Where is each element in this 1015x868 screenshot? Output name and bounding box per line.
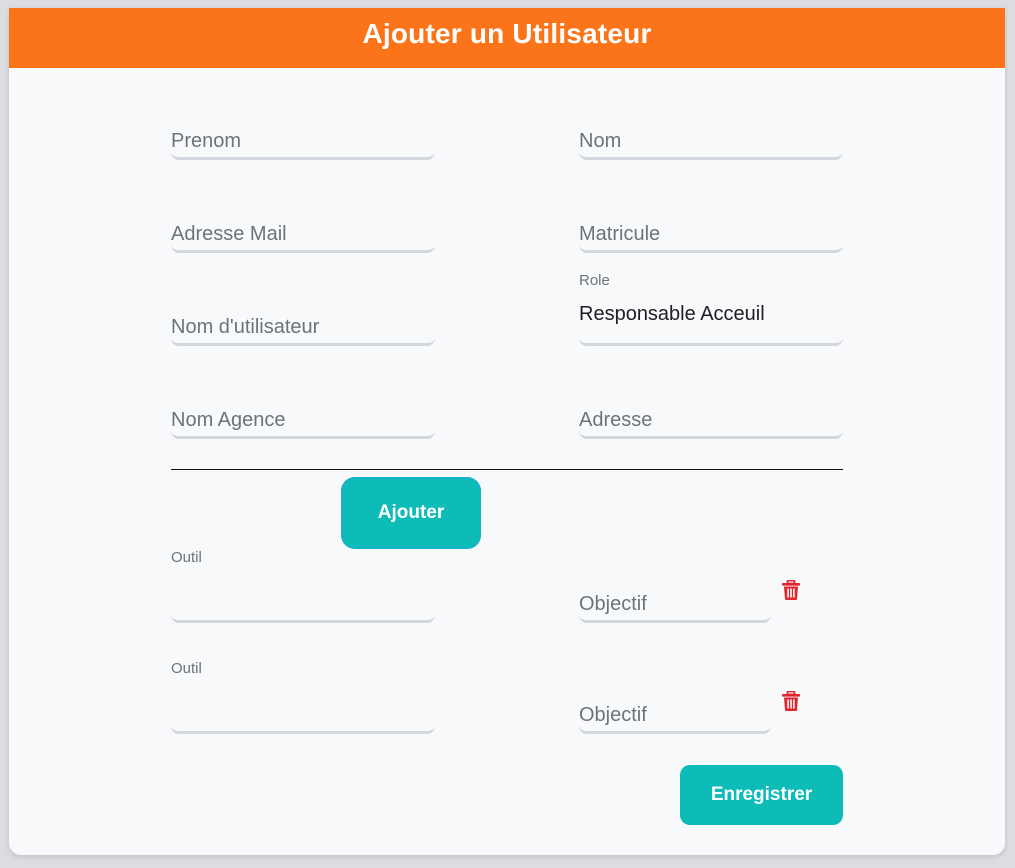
page-header: Ajouter un Utilisateur [9, 8, 1005, 68]
page-title: Ajouter un Utilisateur [362, 18, 652, 49]
adresse-field[interactable]: Adresse [579, 399, 843, 439]
username-placeholder: Nom d'utilisateur [171, 316, 320, 338]
prenom-placeholder: Prenom [171, 130, 242, 152]
nom-field[interactable]: Nom [579, 120, 843, 160]
objectif-field[interactable]: Objectif [579, 694, 771, 734]
matricule-field[interactable]: Matricule [579, 213, 843, 253]
role-value: Responsable Acceuil [579, 303, 765, 325]
section-divider [171, 469, 843, 470]
role-label: Role [579, 272, 610, 289]
agence-field[interactable]: Nom Agence [171, 399, 435, 439]
add-user-card: Ajouter un Utilisateur Prenom Nom Adress… [9, 8, 1005, 855]
trash-icon[interactable] [782, 580, 800, 600]
email-field[interactable]: Adresse Mail [171, 213, 435, 253]
email-placeholder: Adresse Mail [171, 223, 287, 245]
agence-placeholder: Nom Agence [171, 409, 286, 431]
trash-icon[interactable] [782, 691, 800, 711]
outil-label: Outil [171, 549, 202, 566]
username-field[interactable]: Nom d'utilisateur [171, 306, 435, 346]
nom-placeholder: Nom [579, 130, 622, 152]
objectif-field[interactable]: Objectif [579, 583, 771, 623]
objectif-placeholder: Objectif [579, 593, 647, 615]
matricule-placeholder: Matricule [579, 223, 661, 245]
save-button[interactable]: Enregistrer [680, 765, 843, 825]
objectif-placeholder: Objectif [579, 704, 647, 726]
prenom-field[interactable]: Prenom [171, 120, 435, 160]
adresse-placeholder: Adresse [579, 409, 653, 431]
outil-select[interactable] [171, 583, 435, 623]
outil-label: Outil [171, 660, 202, 677]
outil-select[interactable] [171, 694, 435, 734]
add-outil-button[interactable]: Ajouter [341, 477, 481, 549]
role-select[interactable]: Responsable Acceuil [579, 303, 843, 346]
